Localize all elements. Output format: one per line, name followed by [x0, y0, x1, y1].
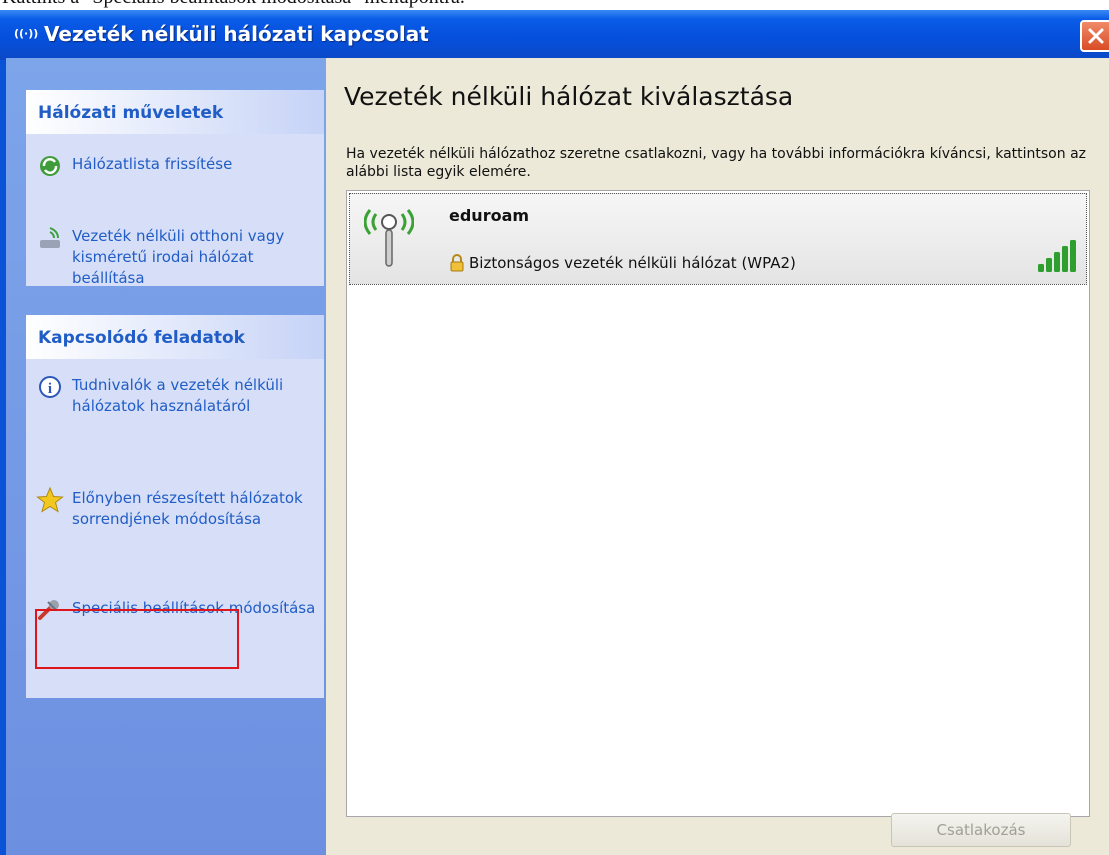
star-icon: [36, 486, 64, 513]
lock-icon: [450, 254, 464, 272]
svg-text:i: i: [48, 381, 52, 397]
page-title: Vezeték nélküli hálózat kiválasztása: [344, 82, 794, 111]
wireless-setup-label: Vezeték nélküli otthoni vagy kisméretű i…: [72, 227, 285, 287]
sidebar: Hálózati műveletek Hálózatlista frissíté…: [6, 58, 326, 855]
network-tasks-heading: Hálózati műveletek: [26, 90, 324, 134]
signal-bar: [1070, 240, 1076, 272]
connect-button[interactable]: Csatlakozás: [891, 813, 1071, 847]
wireless-setup-link[interactable]: Vezeték nélküli otthoni vagy kisméretű i…: [36, 226, 322, 289]
refresh-network-list-label: Hálózatlista frissítése: [72, 155, 233, 173]
window-title: Vezeték nélküli hálózati kapcsolat: [44, 22, 429, 46]
signal-strength-icon: [1038, 240, 1076, 272]
network-security: Biztonságos vezeték nélküli hálózat (WPA…: [469, 254, 796, 272]
highlight-box: [35, 609, 239, 669]
info-icon: i: [39, 376, 61, 398]
signal-bar: [1054, 252, 1060, 272]
wireless-network-icon: ((·)): [14, 27, 39, 40]
page-caption: Kattints a "Speciális beállítások módosí…: [2, 0, 465, 10]
refresh-icon: [40, 156, 60, 176]
network-tasks-panel: Hálózati műveletek Hálózatlista frissíté…: [26, 90, 324, 289]
preferred-networks-label: Előnyben részesített hálózatok sorrendjé…: [72, 489, 303, 528]
wireless-setup-icon: [40, 227, 60, 248]
signal-bar: [1046, 258, 1052, 272]
instructions-text: Ha vezeték nélküli hálózathoz szeretne c…: [346, 146, 1086, 180]
close-icon: [1088, 28, 1104, 44]
preferred-networks-link[interactable]: Előnyben részesített hálózatok sorrendjé…: [36, 486, 322, 530]
network-list[interactable]: eduroam Biztonságos vezeték nélküli háló…: [346, 190, 1090, 817]
network-list-item[interactable]: eduroam Biztonságos vezeték nélküli háló…: [349, 193, 1087, 285]
network-ssid: eduroam: [449, 206, 530, 225]
wireless-info-link[interactable]: i Tudnivalók a vezeték nélküli hálózatok…: [36, 375, 322, 417]
signal-bar: [1062, 246, 1068, 272]
wireless-info-label: Tudnivalók a vezeték nélküli hálózatok h…: [72, 376, 284, 415]
main-content: Vezeték nélküli hálózat kiválasztása Ha …: [326, 58, 1109, 855]
title-bar[interactable]: ((·)) Vezeték nélküli hálózati kapcsolat: [0, 10, 1109, 60]
refresh-network-list-link[interactable]: Hálózatlista frissítése: [36, 154, 322, 180]
wireless-antenna-icon: [364, 209, 414, 267]
related-tasks-heading: Kapcsolódó feladatok: [26, 315, 324, 359]
close-button[interactable]: [1080, 20, 1109, 52]
signal-bar: [1038, 264, 1044, 272]
wireless-connection-window: ((·)) Vezeték nélküli hálózati kapcsolat…: [0, 10, 1109, 855]
